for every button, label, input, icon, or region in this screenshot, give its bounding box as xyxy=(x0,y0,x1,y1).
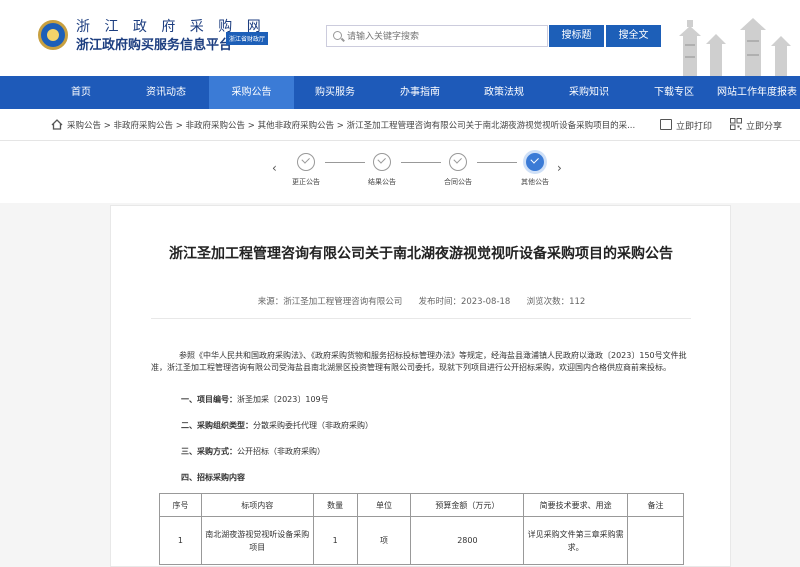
organization-type-item: 二、采购组织类型：分散采购委托代理（非政府采购） xyxy=(181,420,373,431)
search-icon xyxy=(333,31,342,40)
divider xyxy=(151,318,691,319)
site-logo-emblem[interactable] xyxy=(38,20,68,50)
notice-steps: ‹ › 更正公告 结果公告 合同公告 其他公告 xyxy=(0,141,800,203)
print-button[interactable]: 立即打印 xyxy=(676,119,712,132)
breadcrumb[interactable]: 采购公告 > 非政府采购公告 > 非政府采购公告 > 其他非政府采购公告 > 浙… xyxy=(67,119,657,131)
item-label: 二、采购组织类型： xyxy=(181,421,253,430)
finance-dept-badge: 浙江省财政厅 xyxy=(226,32,269,45)
nav-item-annual-report[interactable]: 网站工作年度报表 xyxy=(712,76,800,109)
step-connector xyxy=(401,162,441,163)
table-header: 预算金额（万元） xyxy=(410,493,525,517)
main-nav: 首页 资讯动态 采购公告 购买服务 办事指南 政策法规 采购知识 下载专区 网站… xyxy=(0,76,800,109)
procurement-method-item: 三、采购方式：公开招标（非政府采购） xyxy=(181,446,325,457)
project-number-item: 一、项目编号：浙圣加采〔2023〕109号 xyxy=(181,394,329,405)
table-cell: 详见采购文件第三章采购需求。 xyxy=(523,516,629,565)
article-views: 浏览次数：112 xyxy=(526,297,586,307)
pagoda-decoration-icon xyxy=(679,18,791,76)
home-icon[interactable] xyxy=(51,119,63,130)
step-connector xyxy=(477,162,517,163)
qr-code-icon[interactable] xyxy=(730,118,742,130)
nav-item-procurement-notice[interactable]: 采购公告 xyxy=(209,76,294,109)
search-input[interactable] xyxy=(347,29,543,44)
steps-prev-icon[interactable]: ‹ xyxy=(272,161,277,175)
table-header: 数量 xyxy=(312,493,358,517)
article-meta: 来源：浙江圣加工程管理咨询有限公司 发布时间：2023-08-18 浏览次数：1… xyxy=(111,295,730,307)
site-logo-subtitle[interactable]: 浙江政府购买服务信息平台 xyxy=(76,34,232,53)
step-circle[interactable] xyxy=(373,153,391,171)
table-header-row: 序号 标项内容 数量 单位 预算金额（万元） 简要技术要求、用途 备注 xyxy=(159,493,684,517)
site-header: 浙 江 政 府 采 购 网 浙江政府购买服务信息平台 浙江省财政厅 搜标题 搜全… xyxy=(0,0,800,76)
table-header: 单位 xyxy=(356,493,412,517)
table-cell: 南北湖夜游视觉视听设备采购项目 xyxy=(200,516,314,565)
table-cell: 项 xyxy=(356,516,412,565)
table-cell: 1 xyxy=(312,516,358,565)
search-fulltext-button[interactable]: 搜全文 xyxy=(606,25,661,47)
item-value: 浙圣加采〔2023〕109号 xyxy=(237,395,329,404)
nav-item-policy[interactable]: 政策法规 xyxy=(471,76,537,109)
article-publish-time: 发布时间：2023-08-18 xyxy=(418,297,511,307)
step-label[interactable]: 更正公告 xyxy=(281,177,331,187)
article-intro: 参照《中华人民共和国政府采购法》、《政府采购货物和服务招标投标管理办法》等规定，… xyxy=(151,351,687,372)
table-header: 简要技术要求、用途 xyxy=(523,493,629,517)
section-heading: 四、招标采购内容 xyxy=(181,473,245,482)
breadcrumb-bar: 采购公告 > 非政府采购公告 > 非政府采购公告 > 其他非政府采购公告 > 浙… xyxy=(0,109,800,141)
procurement-table: 序号 标项内容 数量 单位 预算金额（万元） 简要技术要求、用途 备注 1 南北… xyxy=(159,493,684,565)
step-label[interactable]: 其他公告 xyxy=(510,177,560,187)
nav-item-guide[interactable]: 办事指南 xyxy=(387,76,453,109)
nav-item-news[interactable]: 资讯动态 xyxy=(133,76,199,109)
step-circle-current[interactable] xyxy=(526,153,544,171)
article-title: 浙江圣加工程管理咨询有限公司关于南北湖夜游视觉视听设备采购项目的采购公告 xyxy=(169,246,673,262)
nav-item-home[interactable]: 首页 xyxy=(50,76,112,109)
table-cell: 1 xyxy=(159,516,202,565)
nav-item-downloads[interactable]: 下载专区 xyxy=(641,76,707,109)
share-button[interactable]: 立即分享 xyxy=(746,119,782,132)
table-cell xyxy=(627,516,684,565)
nav-item-purchase-service[interactable]: 购买服务 xyxy=(302,76,368,109)
print-icon[interactable] xyxy=(660,119,672,130)
nav-item-knowledge[interactable]: 采购知识 xyxy=(556,76,622,109)
steps-next-icon[interactable]: › xyxy=(557,161,562,175)
step-label[interactable]: 合同公告 xyxy=(433,177,483,187)
table-header: 标项内容 xyxy=(200,493,314,517)
search-title-button[interactable]: 搜标题 xyxy=(549,25,604,47)
step-circle[interactable] xyxy=(449,153,467,171)
item-label: 三、采购方式： xyxy=(181,447,237,456)
item-value: 分散采购委托代理（非政府采购） xyxy=(253,421,373,430)
step-circle[interactable] xyxy=(297,153,315,171)
table-cell: 2800 xyxy=(410,516,525,565)
table-header: 序号 xyxy=(159,493,202,517)
item-label: 一、项目编号： xyxy=(181,395,237,404)
step-label[interactable]: 结果公告 xyxy=(357,177,407,187)
step-connector xyxy=(325,162,365,163)
table-row: 1 南北湖夜游视觉视听设备采购项目 1 项 2800 详见采购文件第三章采购需求… xyxy=(159,516,684,565)
article-card: 浙江圣加工程管理咨询有限公司关于南北湖夜游视觉视听设备采购项目的采购公告 来源：… xyxy=(110,205,731,567)
item-value: 公开招标（非政府采购） xyxy=(237,447,325,456)
article-source: 来源：浙江圣加工程管理咨询有限公司 xyxy=(257,297,403,307)
table-header: 备注 xyxy=(627,493,684,517)
search-box xyxy=(326,25,548,47)
